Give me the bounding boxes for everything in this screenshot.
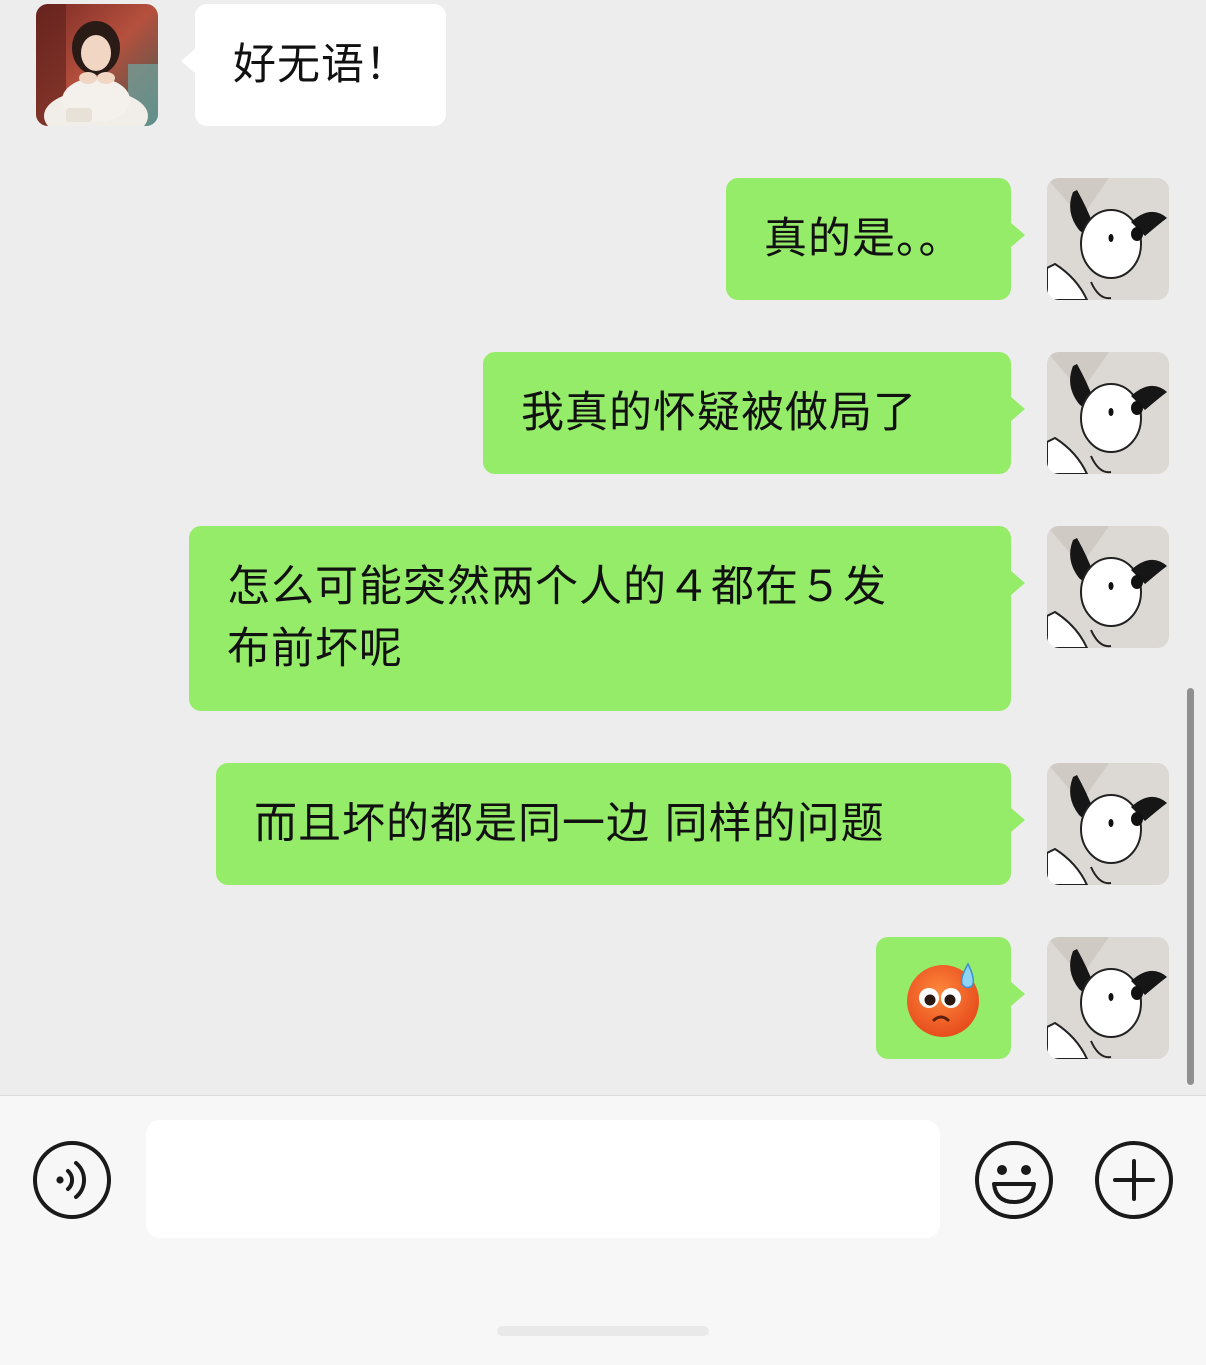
message-bubble-outgoing[interactable]: 怎么可能突然两个人的４都在５发 布前坏呢 [189, 526, 1025, 711]
plus-icon [1095, 1141, 1173, 1219]
chat-scrollbar[interactable] [1187, 688, 1194, 1085]
voice-icon [33, 1141, 111, 1219]
snoopy-avatar-image [1047, 763, 1169, 885]
snoopy-avatar-image [1047, 937, 1169, 1059]
message-bubble-outgoing[interactable]: 真的是。。 [726, 178, 1025, 300]
self-avatar[interactable] [1047, 937, 1169, 1059]
message-input[interactable] [146, 1120, 940, 1238]
sweating-pleading-face-emoji [907, 962, 979, 1037]
more-actions-button[interactable] [1094, 1140, 1174, 1220]
message-text: 我真的怀疑被做局了 [521, 388, 917, 438]
input-bar [0, 1095, 1206, 1365]
emoji-icon [975, 1141, 1053, 1219]
contact-photo [36, 4, 158, 126]
message-bubble-outgoing[interactable]: 而且坏的都是同一边 同样的问题 [216, 763, 1025, 885]
message-text: 真的是。。 [764, 214, 963, 264]
self-avatar[interactable] [1047, 352, 1169, 474]
message-bubble-incoming[interactable]: 好无语！ [181, 4, 446, 126]
message-text: 而且坏的都是同一边 同样的问题 [254, 799, 885, 849]
self-avatar[interactable] [1047, 763, 1169, 885]
emoji-button[interactable] [974, 1140, 1054, 1220]
home-indicator[interactable] [497, 1326, 709, 1336]
bubble-tail [1010, 570, 1025, 596]
message-text: 好无语！ [233, 40, 409, 90]
bubble-tail [1010, 807, 1025, 833]
chat-message-list[interactable]: 好无语！ 真的是。。 我真的怀疑被做局了 怎么可能突然两个人的４都在５发 布前坏… [0, 0, 1206, 1095]
bubble-tail [1010, 396, 1025, 422]
snoopy-avatar-image [1047, 352, 1169, 474]
message-text-line: 怎么可能突然两个人的４都在５发 [227, 562, 887, 612]
contact-avatar[interactable] [36, 4, 158, 126]
bubble-tail [1010, 222, 1025, 248]
message-text-line: 布前坏呢 [227, 624, 403, 674]
bubble-tail [181, 48, 196, 74]
snoopy-avatar-image [1047, 178, 1169, 300]
message-bubble-outgoing[interactable] [876, 937, 1025, 1059]
snoopy-avatar-image [1047, 526, 1169, 648]
self-avatar[interactable] [1047, 526, 1169, 648]
voice-input-button[interactable] [32, 1140, 112, 1220]
bubble-tail [1010, 981, 1025, 1007]
self-avatar[interactable] [1047, 178, 1169, 300]
message-bubble-outgoing[interactable]: 我真的怀疑被做局了 [483, 352, 1025, 474]
